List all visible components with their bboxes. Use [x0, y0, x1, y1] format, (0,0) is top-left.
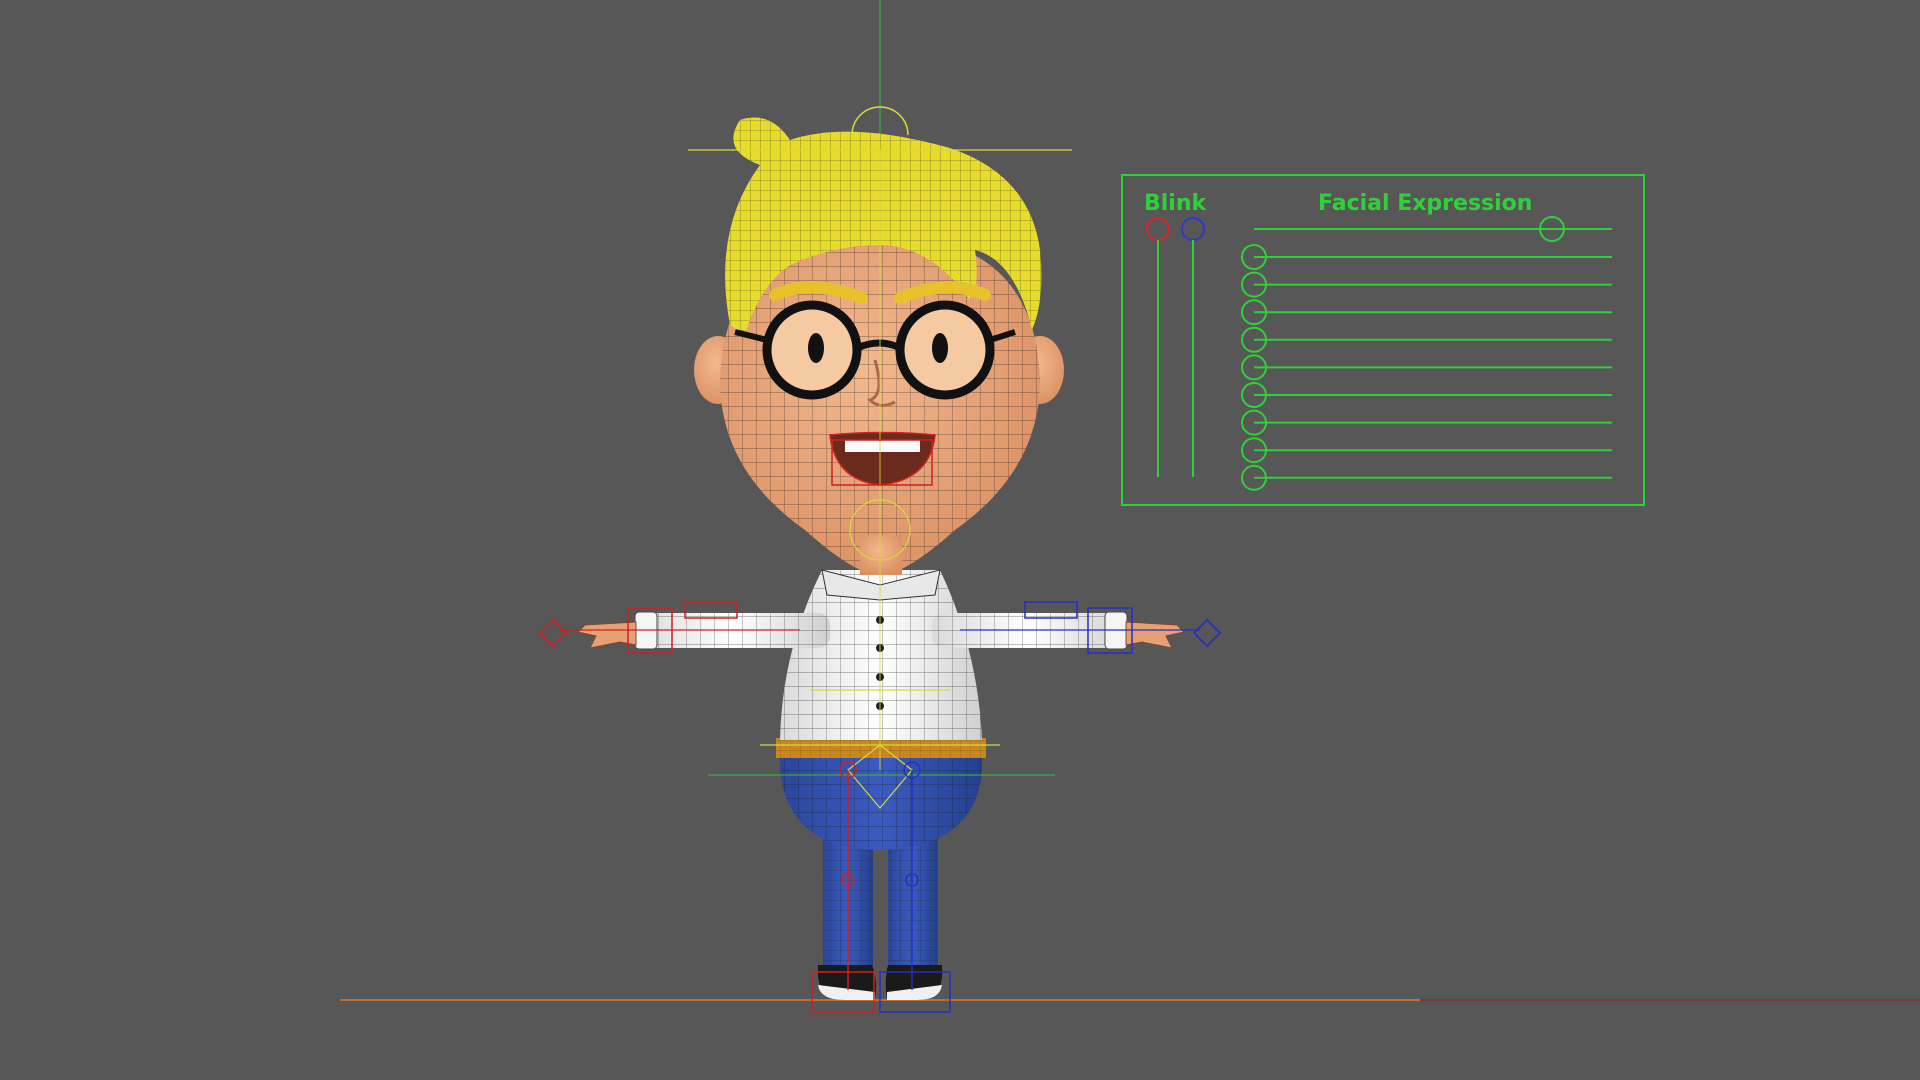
- viewport-guides: [340, 0, 1920, 1001]
- blink-slider-left[interactable]: [1146, 217, 1170, 477]
- expression-sliders[interactable]: [1241, 244, 1612, 491]
- blink-slider-right[interactable]: [1181, 217, 1205, 477]
- blink-left-handle[interactable]: [1146, 217, 1170, 241]
- facial-expression-label: Facial Expression: [1318, 191, 1532, 216]
- expression-slider[interactable]: [1241, 299, 1612, 326]
- shirt: [780, 569, 982, 740]
- pants: [779, 755, 983, 850]
- 3d-viewport[interactable]: Blink Facial Expression: [0, 0, 1920, 1080]
- expression-slider[interactable]: [1241, 271, 1612, 298]
- rig-controls[interactable]: [538, 106, 1222, 1013]
- character-model[interactable]: [577, 117, 1185, 1001]
- expression-slider[interactable]: [1241, 464, 1612, 491]
- expression-slider[interactable]: [1241, 354, 1612, 381]
- expression-slider[interactable]: [1241, 437, 1612, 464]
- expression-slider[interactable]: [1241, 326, 1612, 353]
- facial-control-panel[interactable]: Blink Facial Expression: [1121, 174, 1645, 506]
- blink-label: Blink: [1144, 191, 1208, 216]
- expression-slider[interactable]: [1241, 409, 1612, 436]
- expression-slider[interactable]: [1241, 244, 1612, 270]
- blink-right-handle[interactable]: [1181, 217, 1205, 241]
- expression-slider[interactable]: [1241, 382, 1612, 408]
- expression-slider-main[interactable]: [1254, 216, 1612, 242]
